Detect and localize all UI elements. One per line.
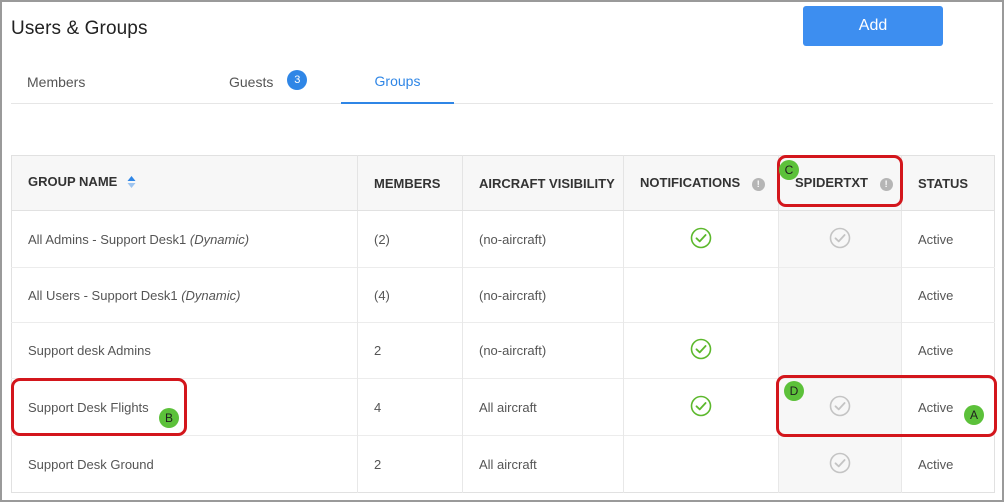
col-header-members[interactable]: MEMBERS: [357, 155, 463, 211]
add-button[interactable]: Add: [803, 6, 943, 46]
members-cell: 2: [357, 435, 463, 493]
members-count: 4: [374, 399, 382, 415]
status-cell: Active: [901, 322, 995, 379]
aircraft-visibility: All aircraft: [479, 456, 537, 472]
members-count: (2): [374, 231, 390, 247]
group-name: Support Desk Ground: [28, 456, 154, 472]
col-header-group-name[interactable]: GROUP NAME: [11, 155, 358, 211]
notifications-cell: [623, 435, 779, 493]
spidertxt-cell: [778, 210, 902, 268]
group-name: All Users - Support Desk1: [28, 287, 178, 303]
spidertxt-cell: [778, 435, 902, 493]
col-header-notifications-label: NOTIFICATIONS: [640, 175, 741, 191]
notifications-cell: [623, 210, 779, 268]
check-circle-icon: [690, 338, 712, 363]
page-title: Users & Groups: [11, 18, 148, 39]
status-cell: Active: [901, 435, 995, 493]
visibility-cell: All aircraft: [462, 378, 624, 436]
aircraft-visibility: All aircraft: [479, 399, 537, 415]
visibility-cell: All aircraft: [462, 435, 624, 493]
members-count: (4): [374, 287, 390, 303]
table-row[interactable]: All Users - Support Desk1 (Dynamic) (4) (n…: [11, 267, 995, 323]
status-cell: Active: [901, 210, 995, 268]
aircraft-visibility: (no-aircraft): [479, 287, 547, 303]
notifications-cell: [623, 267, 779, 323]
members-cell: (2): [357, 210, 463, 268]
dynamic-tag: (Dynamic): [189, 231, 250, 247]
tab-groups[interactable]: Groups: [341, 60, 454, 104]
callout-box-a-d: [776, 375, 997, 437]
info-icon[interactable]: !: [751, 177, 765, 191]
spidertxt-cell: [778, 267, 902, 323]
col-header-notifications[interactable]: NOTIFICATIONS !: [623, 155, 779, 211]
notifications-cell: [623, 322, 779, 379]
visibility-cell: (no-aircraft): [462, 210, 624, 268]
group-name-cell[interactable]: Support desk Admins: [11, 322, 358, 379]
col-header-status-label: STATUS: [918, 175, 969, 191]
status-text: Active: [918, 456, 954, 472]
col-header-aircraft-visibility-label: AIRCRAFT VISIBILITY: [479, 175, 615, 191]
group-name: Support desk Admins: [28, 343, 151, 358]
aircraft-visibility: (no-aircraft): [479, 231, 547, 247]
guests-count-badge: 3: [287, 70, 308, 90]
annotation-marker-c: C: [779, 160, 799, 180]
tab-members-label: Members: [27, 74, 86, 90]
group-name-cell[interactable]: Support Desk Ground: [11, 435, 358, 493]
members-cell: (4): [357, 267, 463, 323]
status-text: Active: [918, 231, 954, 247]
status-text: Active: [918, 343, 954, 358]
table-row[interactable]: Support desk Admins 2 (no-aircraft) Active: [11, 322, 995, 379]
status-text: Active: [918, 287, 954, 303]
visibility-cell: (no-aircraft): [462, 322, 624, 379]
dynamic-tag: (Dynamic): [181, 287, 241, 303]
group-name-cell[interactable]: All Users - Support Desk1 (Dynamic): [11, 267, 358, 323]
check-circle-icon: [690, 395, 712, 420]
tab-guests-label: Guests: [229, 74, 274, 90]
tab-bar: Members Guests 3 Groups: [11, 60, 993, 104]
annotation-marker-d: D: [784, 381, 804, 401]
status-cell: Active: [901, 267, 995, 323]
col-header-group-name-label: GROUP NAME: [28, 174, 118, 190]
tab-members[interactable]: Members: [27, 60, 85, 104]
col-header-status[interactable]: STATUS: [901, 155, 995, 211]
col-header-members-label: MEMBERS: [374, 175, 441, 191]
callout-box-b: [11, 378, 187, 436]
group-name: All Admins - Support Desk1: [28, 231, 187, 247]
visibility-cell: (no-aircraft): [462, 267, 624, 323]
group-name-cell[interactable]: All Admins - Support Desk1 (Dynamic): [11, 210, 358, 268]
members-count: 2: [374, 456, 382, 472]
check-circle-icon: [829, 452, 851, 477]
table-row[interactable]: All Admins - Support Desk1 (Dynamic) (2) (…: [11, 210, 995, 268]
aircraft-visibility: (no-aircraft): [479, 343, 547, 358]
table-row[interactable]: Support Desk Ground 2 All aircraft Active: [11, 435, 995, 493]
tab-guests[interactable]: Guests 3: [229, 60, 308, 104]
col-header-aircraft-visibility[interactable]: AIRCRAFT VISIBILITY: [462, 155, 624, 211]
spidertxt-cell: [778, 322, 902, 379]
members-cell: 4: [357, 378, 463, 436]
check-circle-icon: [690, 227, 712, 252]
members-cell: 2: [357, 322, 463, 379]
tab-groups-label: Groups: [374, 73, 421, 89]
sort-asc-icon[interactable]: [127, 175, 136, 192]
check-circle-icon: [829, 227, 851, 252]
notifications-cell: [623, 378, 779, 436]
annotation-marker-a: A: [964, 405, 984, 425]
annotation-marker-b: B: [159, 408, 179, 428]
members-count: 2: [374, 343, 382, 358]
